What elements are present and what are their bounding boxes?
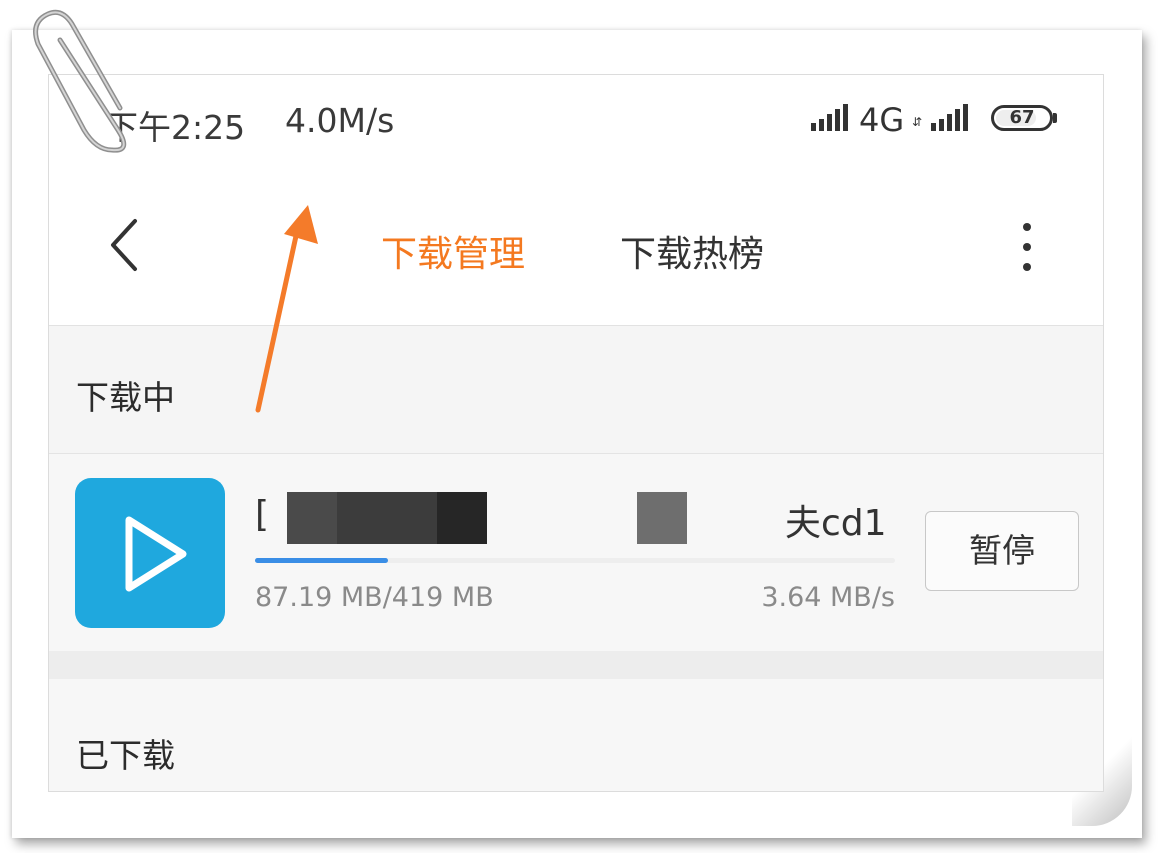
downloaded-section: 已下载 bbox=[49, 679, 1103, 791]
play-icon bbox=[125, 516, 187, 592]
section-downloaded-label: 已下载 bbox=[76, 736, 175, 775]
signal-icon bbox=[811, 103, 853, 131]
redaction-block bbox=[287, 492, 337, 544]
battery-tip bbox=[1053, 113, 1057, 123]
download-progress-fill bbox=[255, 558, 389, 563]
phone-screenshot: 下午2:25 4.0M/s 4G ⇵ 67 下载管理 下载热榜 下载中 [夫c… bbox=[48, 74, 1104, 792]
more-button[interactable] bbox=[1015, 219, 1039, 275]
download-size: 87.19 MB/419 MB bbox=[255, 582, 494, 613]
download-rate: 3.64 MB/s bbox=[761, 582, 895, 613]
signal-icon-2 bbox=[931, 103, 973, 131]
battery-icon: 67 bbox=[991, 105, 1053, 131]
tab-download-ranking[interactable]: 下载热榜 bbox=[620, 225, 764, 277]
redaction-block bbox=[637, 492, 687, 544]
section-divider bbox=[49, 651, 1103, 679]
section-downloading-label: 下载中 bbox=[76, 378, 175, 417]
app-header: 下载管理 下载热榜 bbox=[49, 167, 1103, 326]
status-time: 下午2:25 bbox=[105, 108, 246, 147]
redaction-block bbox=[337, 492, 437, 544]
status-bar: 下午2:25 4.0M/s 4G ⇵ 67 bbox=[49, 75, 1103, 167]
data-activity-icon: ⇵ bbox=[912, 115, 923, 129]
chevron-left-icon bbox=[111, 219, 137, 271]
redaction-block bbox=[437, 492, 487, 544]
battery-level: 67 bbox=[1009, 107, 1035, 128]
video-app-icon bbox=[75, 478, 225, 628]
back-button[interactable] bbox=[105, 215, 145, 275]
tab-download-manager[interactable]: 下载管理 bbox=[381, 225, 525, 277]
download-progress-bar bbox=[255, 558, 895, 563]
download-item[interactable]: [ 夫cd1 87.19 MB/419 MB 3.64 MB/s 暂停 bbox=[49, 453, 1103, 652]
pause-button[interactable]: 暂停 bbox=[925, 511, 1079, 591]
download-title-start: [ bbox=[255, 494, 270, 535]
status-net-speed: 4.0M/s bbox=[285, 101, 395, 140]
network-type: 4G bbox=[859, 101, 905, 139]
download-title-end: 夫cd1 bbox=[785, 503, 887, 544]
